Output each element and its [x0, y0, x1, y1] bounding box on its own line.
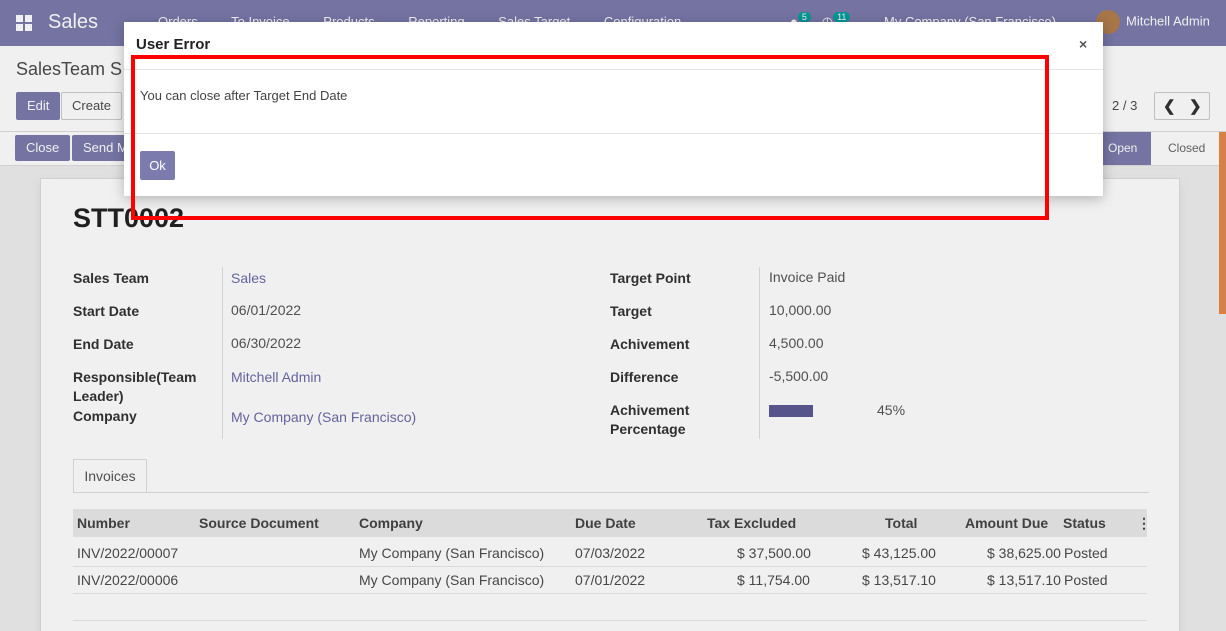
dialog-title: User Error [136, 36, 211, 53]
annotation-highlight-box [131, 55, 1049, 220]
close-icon[interactable]: × [1079, 36, 1087, 52]
